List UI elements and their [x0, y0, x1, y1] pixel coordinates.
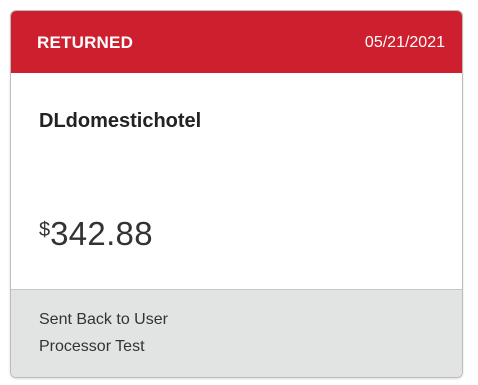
currency-symbol: $ — [39, 219, 51, 241]
card-header: RETURNED 05/21/2021 — [11, 11, 462, 73]
expense-card[interactable]: RETURNED 05/21/2021 DLdomestichotel $342… — [10, 10, 463, 378]
date-label: 05/21/2021 — [364, 34, 445, 51]
amount-value: 342.88 — [50, 215, 153, 252]
card-footer: Sent Back to User Processor Test — [11, 289, 462, 377]
footer-user-text: Processor Test — [39, 338, 145, 355]
status-label: RETURNED — [37, 33, 134, 52]
merchant-name: DLdomestichotel — [39, 110, 202, 132]
amount: $342.88 — [39, 215, 153, 253]
footer-status-text: Sent Back to User — [39, 311, 168, 328]
